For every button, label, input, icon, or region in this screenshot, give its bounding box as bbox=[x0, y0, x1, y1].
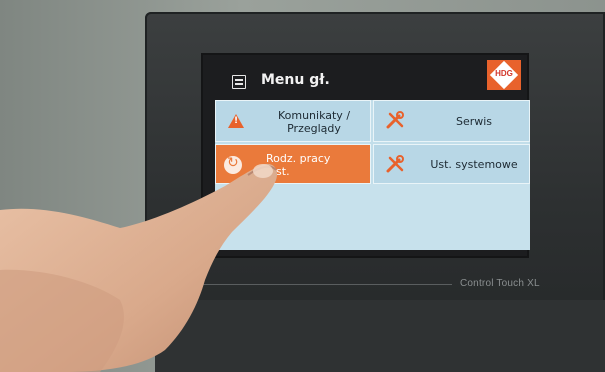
tile-serwis-label: Serwis bbox=[455, 115, 493, 128]
cycle-icon bbox=[224, 155, 242, 174]
page-title: Menu gł. bbox=[261, 72, 330, 88]
wrench-screwdriver-icon bbox=[386, 155, 404, 173]
tile-komunikaty[interactable]: Komunikaty / Przeglądy bbox=[215, 100, 371, 142]
tile-rodz-pracy[interactable]: Rodz. pracy inst. bbox=[215, 144, 371, 184]
device-model-label: Control Touch XL bbox=[460, 278, 540, 289]
empty-menu-area bbox=[215, 184, 530, 250]
tile-rodz-pracy-label: Rodz. pracy inst. bbox=[266, 152, 346, 178]
tile-label-line1: Komunikaty / bbox=[277, 109, 351, 122]
tile-serwis[interactable]: Serwis bbox=[373, 100, 530, 142]
tile-label-line2: Przeglądy bbox=[287, 122, 341, 135]
tile-ust-systemowe[interactable]: Ust. systemowe bbox=[373, 144, 530, 184]
logo-text: HDG bbox=[495, 69, 513, 78]
touch-screen: Menu gł. HDG Komunikaty / Przeglądy Serw… bbox=[201, 53, 530, 258]
screen-header: Menu gł. HDG bbox=[203, 55, 527, 97]
device-lower-housing bbox=[155, 300, 605, 372]
warning-icon bbox=[228, 114, 244, 128]
tile-label-line1: Rodz. pracy bbox=[266, 152, 331, 165]
bezel-divider bbox=[190, 284, 452, 285]
menu-icon[interactable] bbox=[232, 75, 246, 89]
tile-ust-systemowe-label: Ust. systemowe bbox=[430, 158, 518, 171]
tile-komunikaty-label: Komunikaty / Przeglądy bbox=[271, 109, 357, 135]
menu-grid: Komunikaty / Przeglądy Serwis Rodz. prac… bbox=[215, 100, 530, 250]
tile-label-line2: inst. bbox=[266, 165, 290, 178]
wrench-screwdriver-icon bbox=[386, 111, 404, 129]
hdg-logo: HDG bbox=[487, 60, 521, 90]
